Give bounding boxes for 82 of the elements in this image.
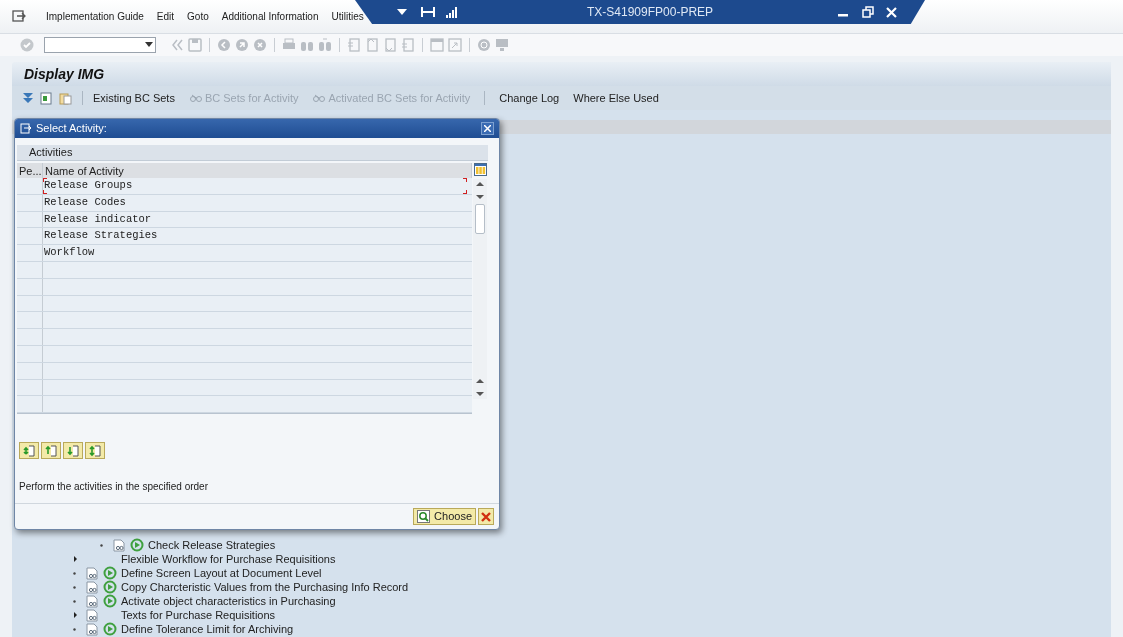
document-icon[interactable] [86, 580, 98, 594]
dialog-title: Select Activity: [36, 121, 107, 137]
close-button[interactable] [481, 122, 494, 135]
expand-arrow-icon[interactable] [73, 611, 78, 619]
menu-item[interactable]: Additional Information [221, 9, 319, 24]
bullet-icon [73, 571, 76, 575]
restore-icon[interactable] [862, 6, 875, 18]
command-field[interactable] [44, 37, 156, 53]
table-cell[interactable]: Release Codes [44, 194, 126, 211]
bullet-icon [100, 543, 103, 547]
document-icon[interactable] [86, 622, 98, 636]
document-icon[interactable] [86, 608, 98, 622]
hint-text: Perform the activities in the specified order [19, 480, 209, 495]
find-next-icon[interactable] [318, 38, 332, 52]
section-title: Activities [29, 145, 73, 161]
bullet-icon [73, 599, 76, 603]
bullet-icon [73, 585, 76, 589]
scroll-down-icon[interactable] [476, 194, 484, 200]
document-icon[interactable] [113, 538, 125, 552]
document-icon[interactable] [40, 91, 53, 105]
menu-item[interactable]: Goto [187, 9, 209, 24]
signal-icon [445, 6, 457, 18]
scroll-thumb[interactable] [475, 204, 485, 234]
page-arrow-icon [88, 443, 102, 458]
save-icon[interactable] [188, 38, 202, 52]
scroll-down-icon[interactable] [476, 391, 484, 397]
dialog-icon [20, 123, 32, 134]
document-icon[interactable] [86, 566, 98, 580]
column-settings-icon[interactable] [473, 163, 487, 176]
move-down-button[interactable] [63, 442, 83, 460]
page-arrow-icon [22, 443, 36, 458]
menu-icon[interactable] [12, 10, 26, 23]
menu-item[interactable]: Utilities [331, 9, 364, 24]
help-icon[interactable] [477, 38, 491, 52]
cancel-button[interactable] [478, 508, 494, 525]
previous-page-icon[interactable] [365, 38, 379, 52]
bullet-icon [73, 627, 76, 631]
monitor-icon[interactable] [495, 38, 509, 52]
move-last-button[interactable] [85, 442, 105, 460]
window-title: TX-S41909FP00-PREP [587, 4, 714, 21]
glasses-icon [312, 92, 327, 104]
choose-button[interactable]: Choose [413, 508, 476, 525]
new-window-icon[interactable] [430, 38, 444, 52]
execute-icon[interactable] [103, 594, 117, 608]
table-cell[interactable]: Release Groups [44, 178, 133, 194]
document-icon[interactable] [86, 594, 98, 608]
page-arrow-icon [44, 443, 58, 458]
next-page-icon[interactable] [383, 38, 397, 52]
menu-item[interactable]: Edit [156, 9, 175, 24]
move-up-button[interactable] [41, 442, 61, 460]
page-arrow-icon [66, 443, 80, 458]
cancel-circle-icon[interactable] [253, 38, 267, 52]
magnifier-icon [417, 510, 431, 523]
clipboard-icon[interactable] [59, 91, 72, 105]
cancel-icon [481, 511, 491, 522]
execute-icon[interactable] [103, 566, 117, 580]
dropdown-icon[interactable] [145, 42, 153, 48]
close-icon [484, 125, 491, 132]
glasses-icon [188, 92, 203, 104]
expand-all-icon[interactable] [22, 92, 34, 104]
back-circle-icon[interactable] [217, 38, 231, 52]
screen-title: Display IMG [24, 64, 105, 84]
shortcut-icon[interactable] [448, 38, 462, 52]
toolbar-button[interactable]: Existing BC Sets [93, 89, 175, 107]
execute-icon[interactable] [103, 580, 117, 594]
toolbar-button[interactable]: Change Log [499, 89, 560, 107]
back-icon[interactable] [170, 38, 184, 52]
toolbar-button[interactable]: Where Else Used [573, 89, 659, 107]
print-icon[interactable] [282, 38, 296, 52]
pin-icon[interactable] [421, 6, 435, 18]
move-first-button[interactable] [19, 442, 39, 460]
scroll-up-icon[interactable] [476, 378, 484, 384]
menu-item[interactable]: Implementation Guide [46, 9, 144, 24]
exit-circle-icon[interactable] [235, 38, 249, 52]
table-cell[interactable]: Workflow [44, 245, 95, 261]
scroll-up-icon[interactable] [476, 181, 484, 187]
execute-icon[interactable] [130, 538, 144, 552]
execute-icon[interactable] [103, 622, 117, 636]
close-icon[interactable] [886, 6, 898, 18]
dropdown-icon[interactable] [397, 8, 407, 16]
expand-arrow-icon[interactable] [73, 555, 78, 563]
scrollbar[interactable] [473, 179, 487, 399]
